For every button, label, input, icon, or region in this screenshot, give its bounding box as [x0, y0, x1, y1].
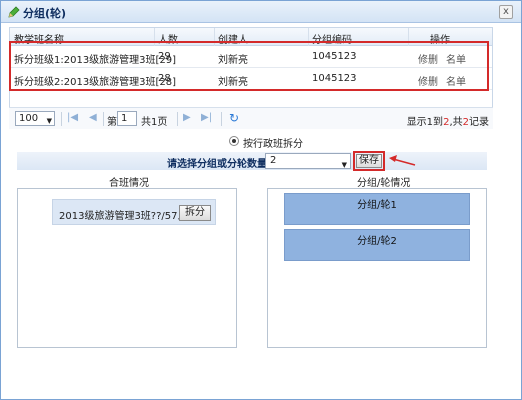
page-number-input[interactable]: 1 [117, 111, 137, 126]
group-box[interactable]: 分组/轮2 [284, 229, 470, 261]
class-card-text: 2013级旅游管理3班??/57人 [59, 211, 188, 222]
prev-page-icon[interactable]: ◀ [89, 112, 97, 123]
record-info-mid: ,共 [449, 117, 463, 128]
group-panel: 分组/轮1 分组/轮2 [267, 188, 487, 348]
group-label: 分组/轮2 [357, 236, 397, 247]
right-panel-title: 分组/轮情况 [357, 178, 411, 189]
group-box[interactable]: 分组/轮1 [284, 193, 470, 225]
page-total: 共1页 [141, 117, 168, 128]
page-size-value: 100 [19, 113, 39, 124]
last-page-icon[interactable]: ▶| [201, 112, 212, 123]
split-mode-radio[interactable] [229, 136, 239, 146]
save-highlight-box: 保存 [353, 151, 385, 171]
page-size-select[interactable]: 100 ▼ [15, 111, 55, 126]
record-info-suffix: 记录 [469, 117, 489, 128]
save-button[interactable]: 保存 [356, 154, 382, 168]
title-bar: 分组(轮) x [1, 1, 521, 23]
split-mode-label: 按行政班拆分 [243, 139, 303, 150]
record-info: 显示1到2,共2记录 [407, 113, 489, 128]
pencil-icon [8, 6, 20, 18]
page-prefix: 第 [107, 117, 117, 128]
record-info-prefix: 显示1到 [406, 117, 444, 128]
pager-separator [221, 112, 222, 126]
refresh-icon[interactable]: ↻ [229, 111, 239, 125]
close-icon[interactable]: x [499, 5, 513, 19]
class-card: 2013级旅游管理3班??/57人 拆分 [52, 199, 216, 225]
merged-class-panel: 2013级旅游管理3班??/57人 拆分 [17, 188, 237, 348]
dialog-title: 分组(轮) [23, 7, 67, 20]
group-label: 分组/轮1 [357, 200, 397, 211]
chevron-down-icon: ▼ [341, 161, 347, 169]
pager-separator [61, 112, 62, 126]
chevron-down-icon: ▼ [46, 117, 52, 125]
group-count-value: 2 [270, 155, 277, 166]
left-panel-title: 合班情况 [109, 178, 149, 189]
arrow-pointer-icon [389, 155, 416, 166]
first-page-icon[interactable]: |◀ [67, 112, 78, 123]
pager-separator [103, 112, 104, 126]
split-button[interactable]: 拆分 [179, 205, 211, 221]
group-count-label: 请选择分组或分轮数量: [167, 159, 271, 170]
group-count-select[interactable]: 2 ▼ [265, 153, 351, 169]
group-dialog: 分组(轮) x 教学班名称 人数 创建人 分组编码 操作 拆分班级1:2013级… [0, 0, 522, 400]
next-page-icon[interactable]: ▶ [183, 112, 191, 123]
rows-highlight-box [9, 41, 489, 91]
pagination-bar: 100 ▼ |◀ ◀ 第 1 共1页 ▶ ▶| ↻ 显示1到2,共2记录 [9, 107, 493, 129]
pager-separator [177, 112, 178, 126]
